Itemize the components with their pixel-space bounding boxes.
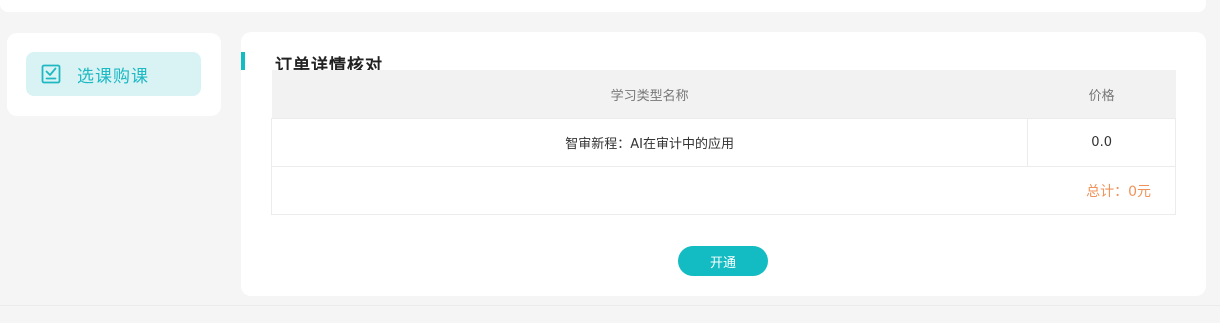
checkbox-icon — [41, 64, 61, 84]
order-detail-panel: 订单详情核对 学习类型名称 价格 智审新程：AI在审计中的应用 0.0 总计：0… — [241, 32, 1206, 296]
order-table: 学习类型名称 价格 智审新程：AI在审计中的应用 0.0 总计：0元 — [270, 70, 1176, 215]
column-header-name: 学习类型名称 — [271, 70, 1028, 119]
table-row: 智审新程：AI在审计中的应用 0.0 — [270, 118, 1176, 167]
sidebar: 选课购课 — [7, 33, 221, 116]
course-price-cell: 0.0 — [1027, 118, 1176, 167]
top-header-strip — [0, 0, 1206, 12]
course-name-cell: 智审新程：AI在审计中的应用 — [270, 118, 1028, 167]
open-button[interactable]: 开通 — [678, 246, 768, 276]
column-header-price: 价格 — [1027, 70, 1176, 119]
sidebar-item-label: 选课购课 — [77, 66, 149, 87]
sidebar-item-course-purchase[interactable]: 选课购课 — [26, 52, 201, 96]
total-row: 总计：0元 — [271, 166, 1176, 215]
footer-divider — [0, 305, 1220, 306]
table-header-row: 学习类型名称 价格 — [271, 70, 1176, 119]
title-accent-bar — [241, 52, 245, 70]
order-total: 总计：0元 — [271, 166, 1176, 215]
